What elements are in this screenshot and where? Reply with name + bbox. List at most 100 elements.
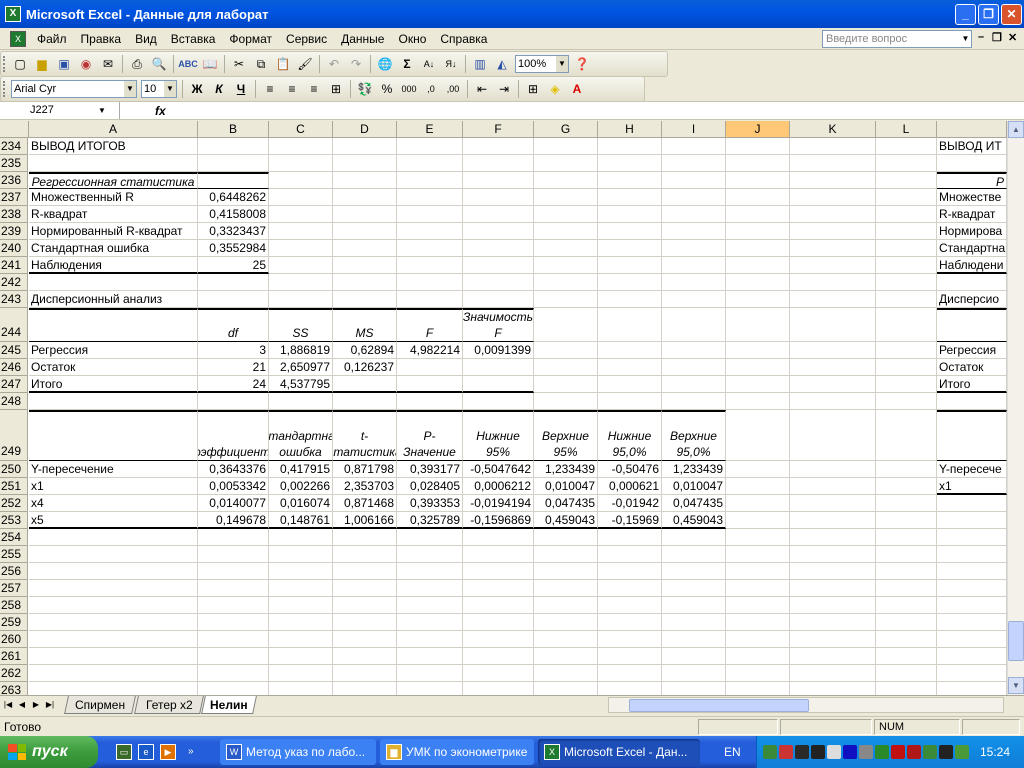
cell-j252[interactable] <box>726 495 790 512</box>
cell-k252[interactable] <box>790 495 876 512</box>
cell-f242[interactable] <box>463 274 534 291</box>
cell-a253[interactable]: x5 <box>29 512 198 529</box>
cell-a251[interactable]: x1 <box>29 478 198 495</box>
cell-j237[interactable] <box>726 189 790 206</box>
cell-i259[interactable] <box>662 614 726 631</box>
quicklaunch-more-icon[interactable]: » <box>188 739 208 765</box>
cell-f252[interactable]: -0,0194194 <box>463 495 534 512</box>
cell-g244[interactable] <box>534 308 598 342</box>
cell-b261[interactable] <box>198 648 269 665</box>
cell-e258[interactable] <box>397 597 463 614</box>
cell-offscreen[interactable]: Наблюдени <box>937 257 1007 274</box>
cell-j236[interactable] <box>726 172 790 189</box>
cell-offscreen[interactable] <box>937 495 1007 512</box>
cell-b263[interactable] <box>198 682 269 695</box>
cell-b241[interactable]: 25 <box>198 257 269 274</box>
cell-d241[interactable] <box>333 257 397 274</box>
cell-i255[interactable] <box>662 546 726 563</box>
cell-l253[interactable] <box>876 512 937 529</box>
cell-a240[interactable]: Стандартная ошибка <box>29 240 198 257</box>
cell-d247[interactable] <box>333 376 397 393</box>
tray-power-icon[interactable] <box>891 745 905 759</box>
autosum-icon[interactable]: Σ <box>397 54 417 74</box>
row-header[interactable]: 237 <box>0 189 28 206</box>
cell-l260[interactable] <box>876 631 937 648</box>
column-header-f[interactable]: F <box>463 121 534 138</box>
cell-c242[interactable] <box>269 274 333 291</box>
cell-d263[interactable] <box>333 682 397 695</box>
row-header[interactable]: 250 <box>0 461 28 478</box>
redo-icon[interactable]: ↷ <box>346 54 366 74</box>
cell-d255[interactable] <box>333 546 397 563</box>
cell-k262[interactable] <box>790 665 876 682</box>
cell-l234[interactable] <box>876 138 937 155</box>
cell-f245[interactable]: 0,0091399 <box>463 342 534 359</box>
cell-k237[interactable] <box>790 189 876 206</box>
cell-f234[interactable] <box>463 138 534 155</box>
show-desktop-icon[interactable]: ▭ <box>114 739 134 765</box>
row-header[interactable]: 258 <box>0 597 28 614</box>
fill-color-icon[interactable]: ◈ <box>545 79 565 99</box>
cell-g260[interactable] <box>534 631 598 648</box>
copy-icon[interactable]: ⧉ <box>251 54 271 74</box>
cell-f241[interactable] <box>463 257 534 274</box>
cell-a241[interactable]: Наблюдения <box>29 257 198 274</box>
cell-j250[interactable] <box>726 461 790 478</box>
cell-offscreen[interactable] <box>937 597 1007 614</box>
row-header[interactable]: 238 <box>0 206 28 223</box>
cell-b260[interactable] <box>198 631 269 648</box>
row-header[interactable]: 243 <box>0 291 28 308</box>
prev-sheet-icon[interactable]: ◀ <box>16 698 28 712</box>
menu-item[interactable]: Формат <box>222 29 279 49</box>
cell-h256[interactable] <box>598 563 662 580</box>
cell-d238[interactable] <box>333 206 397 223</box>
spelling-icon[interactable]: ABC <box>178 54 198 74</box>
cell-c262[interactable] <box>269 665 333 682</box>
tray-app-icon[interactable] <box>795 745 809 759</box>
cell-l250[interactable] <box>876 461 937 478</box>
cell-l262[interactable] <box>876 665 937 682</box>
cell-j263[interactable] <box>726 682 790 695</box>
cell-l240[interactable] <box>876 240 937 257</box>
cell-d234[interactable] <box>333 138 397 155</box>
cell-f236[interactable] <box>463 172 534 189</box>
cell-l249[interactable] <box>876 410 937 461</box>
cell-f257[interactable] <box>463 580 534 597</box>
tray-bug-icon[interactable] <box>939 745 953 759</box>
first-sheet-icon[interactable]: |◀ <box>2 698 14 712</box>
cell-g253[interactable]: 0,459043 <box>534 512 598 529</box>
vertical-scroll-thumb[interactable] <box>1008 621 1024 661</box>
cell-k236[interactable] <box>790 172 876 189</box>
cell-j248[interactable] <box>726 393 790 410</box>
tray-display-icon[interactable] <box>923 745 937 759</box>
row-header[interactable]: 261 <box>0 648 28 665</box>
cell-c236[interactable] <box>269 172 333 189</box>
cell-j256[interactable] <box>726 563 790 580</box>
cell-b238[interactable]: 0,4158008 <box>198 206 269 223</box>
column-header-g[interactable]: G <box>534 121 598 138</box>
select-all-corner[interactable] <box>0 121 29 138</box>
cell-e259[interactable] <box>397 614 463 631</box>
cell-h240[interactable] <box>598 240 662 257</box>
cell-e261[interactable] <box>397 648 463 665</box>
font-color-icon[interactable]: A <box>567 79 587 99</box>
cell-e257[interactable] <box>397 580 463 597</box>
cell-g262[interactable] <box>534 665 598 682</box>
last-sheet-icon[interactable]: ▶| <box>44 698 56 712</box>
row-header[interactable]: 262 <box>0 665 28 682</box>
cell-c247[interactable]: 4,537795 <box>269 376 333 393</box>
currency-icon[interactable]: 💱 <box>355 79 375 99</box>
cell-g250[interactable]: 1,233439 <box>534 461 598 478</box>
row-header[interactable]: 235 <box>0 155 28 172</box>
chevron-down-icon[interactable]: ▼ <box>556 56 568 72</box>
cell-e240[interactable] <box>397 240 463 257</box>
row-header[interactable]: 246 <box>0 359 28 376</box>
cell-j262[interactable] <box>726 665 790 682</box>
cell-j251[interactable] <box>726 478 790 495</box>
chart-wizard-icon[interactable]: ▥ <box>470 54 490 74</box>
cell-g240[interactable] <box>534 240 598 257</box>
cell-offscreen[interactable] <box>937 648 1007 665</box>
row-header[interactable]: 239 <box>0 223 28 240</box>
cell-a236[interactable]: Регрессионная статистика <box>29 172 198 189</box>
cell-d254[interactable] <box>333 529 397 546</box>
